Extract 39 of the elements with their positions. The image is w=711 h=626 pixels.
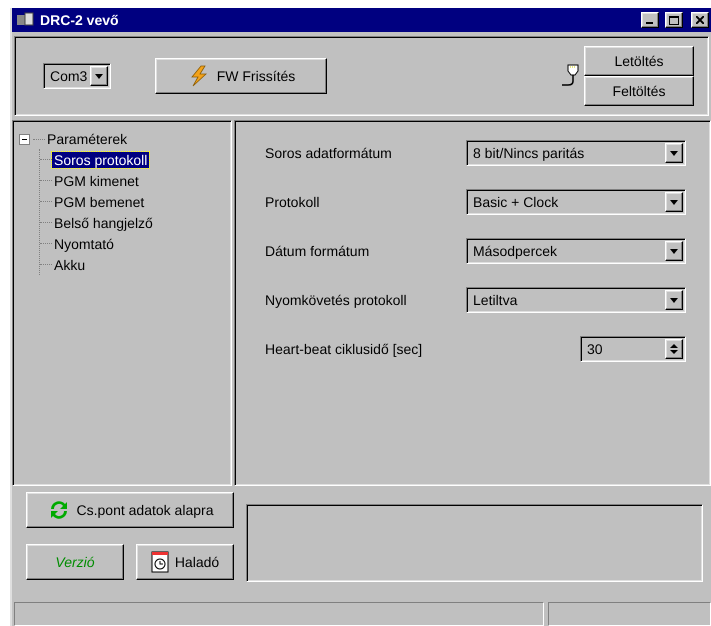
- tree-item[interactable]: PGM kimenet: [52, 172, 141, 188]
- setting-dropdown[interactable]: Letiltva: [466, 287, 686, 313]
- tree-item[interactable]: PGM bemenet: [52, 194, 146, 210]
- setting-label: Heart-beat ciklusidő [sec]: [265, 341, 422, 357]
- tree-item[interactable]: Belső hangjelző: [52, 214, 155, 230]
- dropdown-arrow-icon: [670, 200, 678, 204]
- port-dropdown[interactable]: Com3: [43, 63, 111, 89]
- close-button[interactable]: [691, 12, 709, 28]
- spin-arrows-icon: [670, 343, 678, 355]
- tree-item[interactable]: Paraméterek: [45, 131, 130, 147]
- minimize-button[interactable]: [641, 12, 659, 28]
- maximize-icon: [669, 16, 679, 24]
- tree-item[interactable]: Soros protokoll: [52, 152, 150, 168]
- dropdown-arrow-icon: [670, 248, 678, 254]
- spin-field[interactable]: 30: [580, 336, 686, 362]
- setting-label: Nyomkövetés protokoll: [265, 292, 407, 308]
- setting-dropdown[interactable]: Basic + Clock: [466, 189, 686, 215]
- setting-dropdown[interactable]: 8 bit/Nincs paritás: [466, 140, 686, 166]
- close-icon: [696, 16, 704, 24]
- setting-label: Dátum formátum: [265, 243, 370, 259]
- window-title: DRC-2 vevő: [40, 12, 120, 28]
- tree-item[interactable]: Akku: [52, 256, 88, 272]
- dropdown-arrow-icon: [670, 298, 678, 302]
- setting-label: Soros adatformátum: [265, 145, 392, 161]
- transfer-button[interactable]: Feltöltés: [584, 76, 694, 106]
- reset-button[interactable]: Cs.pont adatok alapra: [26, 492, 234, 528]
- setting-dropdown[interactable]: Másodpercek: [466, 238, 686, 264]
- advanced-button[interactable]: Haladó: [136, 544, 234, 580]
- cable-plug-icon: [560, 63, 580, 89]
- clock-page-icon: [150, 551, 169, 573]
- dropdown-arrow-icon: [95, 74, 103, 78]
- tree-item[interactable]: Nyomtató: [52, 236, 116, 252]
- app-icon: [16, 12, 34, 28]
- firmware-update-button[interactable]: FW Frissítés: [155, 58, 327, 94]
- transfer-button[interactable]: Letöltés: [584, 46, 694, 76]
- maximize-button[interactable]: [665, 12, 683, 28]
- setting-label: Protokoll: [265, 194, 320, 210]
- collapse-toggle-icon[interactable]: [19, 134, 30, 144]
- dropdown-arrow-icon: [670, 150, 678, 156]
